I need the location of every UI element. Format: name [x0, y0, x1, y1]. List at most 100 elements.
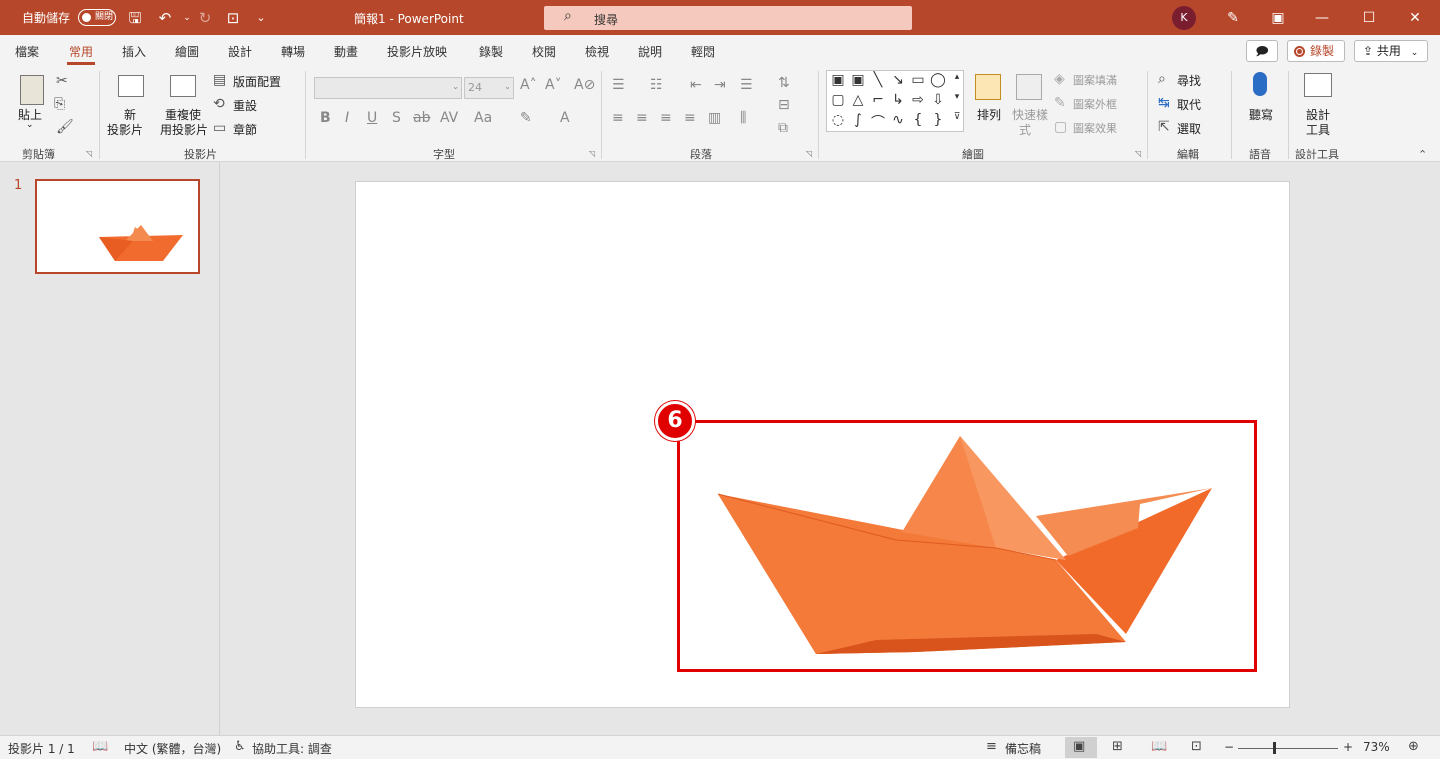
wave-shape-icon[interactable]: ∿: [889, 112, 907, 128]
right-brace-shape-icon[interactable]: }: [929, 112, 947, 128]
tab-insert[interactable]: 插入: [122, 43, 146, 60]
layout-button[interactable]: 版面配置: [233, 73, 281, 90]
copy-icon[interactable]: ⎘: [54, 96, 65, 112]
tab-view[interactable]: 檢視: [585, 43, 609, 60]
zoom-level[interactable]: 73%: [1363, 740, 1390, 754]
language-indicator[interactable]: 中文 (繁體，台灣): [124, 740, 221, 757]
rounded-rectangle-shape-icon[interactable]: ▢: [829, 92, 847, 108]
present-from-start-icon[interactable]: ⊡: [222, 7, 244, 29]
strikethrough-icon[interactable]: ab: [413, 110, 430, 126]
highlight-color-icon[interactable]: ✎: [520, 110, 532, 126]
down-arrow-shape-icon[interactable]: ⇩: [929, 92, 947, 108]
save-icon[interactable]: 🖫: [124, 7, 146, 29]
share-button[interactable]: ⇪ 共用 ⌄: [1354, 40, 1428, 62]
tab-home[interactable]: 常用: [66, 43, 96, 65]
underline-icon[interactable]: U: [367, 110, 377, 126]
justify-icon[interactable]: ≡: [684, 110, 696, 126]
select-button[interactable]: 選取: [1177, 120, 1201, 137]
left-brace-shape-icon[interactable]: {: [909, 112, 927, 128]
tab-transitions[interactable]: 轉場: [281, 43, 305, 60]
shape-fill-button[interactable]: 圖案填滿: [1073, 72, 1117, 88]
increase-indent-icon[interactable]: ⇥: [714, 77, 726, 93]
tab-draw[interactable]: 繪圖: [175, 43, 199, 60]
shadow-icon[interactable]: S: [392, 110, 401, 126]
cut-icon[interactable]: ✂: [56, 73, 68, 89]
slide-thumbnail[interactable]: [35, 179, 200, 274]
font-size-combo[interactable]: 24 ⌄: [464, 77, 514, 99]
font-name-combo[interactable]: ⌄: [314, 77, 462, 99]
italic-icon[interactable]: I: [345, 110, 349, 126]
clear-formatting-icon[interactable]: A⊘: [574, 77, 595, 93]
line-shape-icon[interactable]: ╲: [869, 72, 887, 88]
elbow-connector-shape-icon[interactable]: ⌐: [869, 92, 887, 108]
reset-button[interactable]: 重設: [233, 97, 257, 114]
zoom-out-button[interactable]: −: [1224, 740, 1234, 754]
align-left-icon[interactable]: ≡: [612, 110, 624, 126]
freeform-shape-icon[interactable]: ◌: [829, 112, 847, 128]
grow-font-icon[interactable]: A˄: [520, 77, 537, 93]
arc-shape-icon[interactable]: ⌒: [869, 112, 887, 132]
find-button[interactable]: 尋找: [1177, 72, 1201, 89]
shape-effects-button[interactable]: 圖案效果: [1073, 120, 1117, 136]
slide-sorter-icon[interactable]: ⊞: [1112, 739, 1123, 754]
triangle-shape-icon[interactable]: △: [849, 92, 867, 108]
change-case-icon[interactable]: Aa: [474, 110, 492, 126]
distribute-icon[interactable]: ▥: [708, 110, 721, 126]
paragraph-launcher-icon[interactable]: ◹: [806, 149, 812, 158]
gallery-scroll-up-icon[interactable]: ▴: [948, 72, 966, 82]
section-button[interactable]: 章節: [233, 121, 257, 138]
replace-button[interactable]: 取代: [1177, 96, 1201, 113]
zoom-slider[interactable]: [1238, 748, 1338, 749]
oval-shape-icon[interactable]: ◯: [929, 72, 947, 88]
rectangle-shape-icon[interactable]: ▭: [909, 72, 927, 88]
drawing-launcher-icon[interactable]: ◹: [1135, 149, 1141, 158]
gallery-expand-icon[interactable]: ⊽: [948, 112, 966, 122]
arrow-line-shape-icon[interactable]: ↘: [889, 72, 907, 88]
bold-icon[interactable]: B: [320, 110, 331, 126]
text-direction-icon[interactable]: ⇅: [778, 75, 790, 91]
autosave-toggle[interactable]: 關閉: [78, 9, 116, 26]
normal-view-icon[interactable]: ▣: [1073, 739, 1085, 754]
redo-icon[interactable]: ↻: [194, 7, 216, 29]
tab-design[interactable]: 設計: [228, 43, 252, 60]
tab-help[interactable]: 說明: [638, 43, 662, 60]
align-text-icon[interactable]: ⊟: [778, 97, 790, 113]
notes-button[interactable]: 備忘稿: [1005, 740, 1041, 757]
accessibility-status[interactable]: 協助工具: 調查: [252, 740, 332, 757]
pen-icon[interactable]: ✎: [1221, 6, 1245, 30]
format-painter-icon[interactable]: 🖌: [56, 119, 74, 135]
columns-icon[interactable]: ⫼: [740, 110, 746, 126]
line-spacing-icon[interactable]: ☰: [740, 77, 753, 93]
maximize-icon[interactable]: ☐: [1357, 6, 1381, 30]
shrink-font-icon[interactable]: A˅: [545, 77, 562, 93]
minimize-icon[interactable]: —: [1310, 6, 1334, 30]
align-center-icon[interactable]: ≡: [636, 110, 648, 126]
tab-record[interactable]: 錄製: [479, 43, 503, 60]
zoom-in-button[interactable]: +: [1343, 740, 1353, 754]
close-icon[interactable]: ✕: [1403, 6, 1427, 30]
elbow-arrow-shape-icon[interactable]: ↳: [889, 92, 907, 108]
tab-animations[interactable]: 動畫: [334, 43, 358, 60]
bullets-icon[interactable]: ☰: [612, 77, 625, 93]
tab-file[interactable]: 檔案: [15, 43, 39, 60]
gallery-scroll-down-icon[interactable]: ▾: [948, 92, 966, 102]
curve-shape-icon[interactable]: ∫: [849, 112, 867, 128]
search-box[interactable]: ⌕ 搜尋: [544, 6, 912, 30]
textbox-shape-icon[interactable]: ▣: [829, 72, 847, 88]
font-color-icon[interactable]: A: [560, 110, 570, 126]
shape-outline-button[interactable]: 圖案外框: [1073, 96, 1117, 112]
record-button[interactable]: 錄製: [1287, 40, 1345, 62]
customize-quick-access-icon[interactable]: ⌄: [250, 7, 272, 29]
decrease-indent-icon[interactable]: ⇤: [690, 77, 702, 93]
numbering-icon[interactable]: ☷: [650, 77, 663, 93]
slide-counter[interactable]: 投影片 1 / 1: [8, 740, 75, 757]
ribbon-display-icon[interactable]: ▣: [1266, 6, 1290, 30]
undo-icon[interactable]: ↶: [154, 7, 176, 29]
right-arrow-shape-icon[interactable]: ⇨: [909, 92, 927, 108]
tab-slideshow[interactable]: 投影片放映: [387, 43, 447, 60]
spelling-check-icon[interactable]: 📖: [92, 739, 108, 754]
clipboard-launcher-icon[interactable]: ◹: [86, 149, 92, 158]
tab-extra[interactable]: 輕悶: [691, 43, 715, 60]
shapes-gallery[interactable]: ▣ ▣ ╲ ↘ ▭ ◯ ▢ △ ⌐ ↳ ⇨ ⇩ ◌ ∫ ⌒ ∿ { } ▴ ▾ …: [826, 70, 964, 132]
tab-review[interactable]: 校閱: [532, 43, 556, 60]
